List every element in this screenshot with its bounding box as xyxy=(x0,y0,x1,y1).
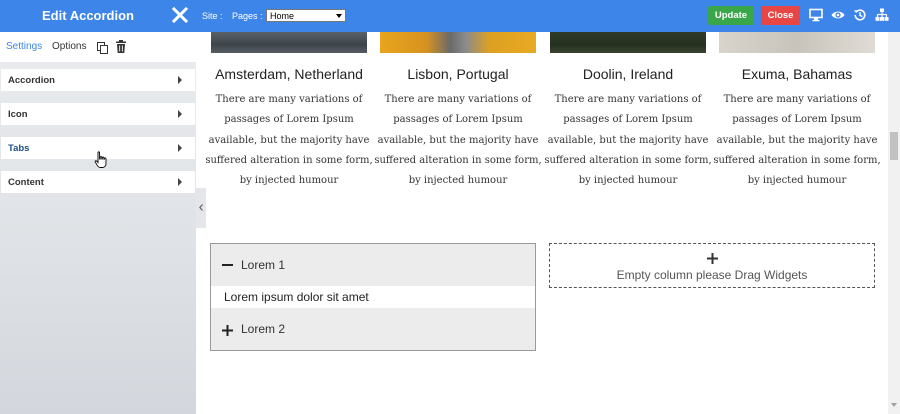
close-panel-icon[interactable] xyxy=(172,6,188,24)
accordion-title: Lorem 2 xyxy=(241,322,286,336)
site-label: Site : xyxy=(202,11,223,21)
caret-right-icon xyxy=(178,178,182,186)
desktop-icon[interactable] xyxy=(809,8,823,22)
card-title: Exuma, Bahamas xyxy=(741,66,853,82)
section-label: Content xyxy=(8,177,44,188)
pages-select[interactable]: Home xyxy=(266,9,346,22)
section-label: Icon xyxy=(8,109,28,120)
sitemap-icon[interactable] xyxy=(875,8,889,22)
card-description: There are many variations of passages of… xyxy=(544,94,712,187)
card-image xyxy=(380,32,536,53)
section-icon[interactable]: Icon xyxy=(1,103,195,125)
accordion-panel-1: Lorem ipsum dolor sit amet xyxy=(211,286,535,308)
section-accordion[interactable]: Accordion xyxy=(1,69,195,91)
collapse-panel-handle[interactable] xyxy=(196,188,206,228)
caret-right-icon xyxy=(178,76,182,84)
empty-column-text: Empty column please Drag Widgets xyxy=(616,268,808,282)
trash-icon[interactable] xyxy=(116,40,126,53)
chevron-left-icon xyxy=(199,204,203,211)
card-title: Amsterdam, Netherland xyxy=(215,66,363,82)
accordion-header-1[interactable]: Lorem 1 xyxy=(211,244,535,286)
vertical-scrollbar[interactable] xyxy=(888,32,900,414)
card-description: There are many variations of passages of… xyxy=(713,94,881,187)
history-icon[interactable] xyxy=(853,8,867,22)
top-toolbar: Site : Pages : Home Update Close xyxy=(196,0,900,32)
plus-icon xyxy=(222,323,233,336)
pages-label: Pages : xyxy=(232,11,263,21)
panel-header: Edit Accordion xyxy=(0,0,196,32)
minus-icon xyxy=(222,264,233,266)
card-title: Doolin, Ireland xyxy=(582,66,674,82)
tab-options[interactable]: Options xyxy=(52,41,86,52)
accordion-widget[interactable]: Lorem 1 Lorem ipsum dolor sit amet Lorem… xyxy=(210,243,536,351)
tab-settings[interactable]: Settings xyxy=(6,41,42,52)
update-button[interactable]: Update xyxy=(708,6,754,25)
chevron-down-icon xyxy=(336,14,342,18)
accordion-body-text: Lorem ipsum dolor sit amet xyxy=(224,290,369,304)
section-content[interactable]: Content xyxy=(1,171,195,193)
hand-cursor-icon xyxy=(94,151,108,169)
page-canvas: Amsterdam, Netherland There are many var… xyxy=(206,32,888,414)
section-label: Tabs xyxy=(8,143,30,154)
card-description: There are many variations of passages of… xyxy=(374,94,542,187)
pages-selected-value: Home xyxy=(270,11,295,21)
accordion-header-2[interactable]: Lorem 2 xyxy=(211,308,535,350)
panel-tabbar: Settings Options xyxy=(0,32,196,62)
close-button[interactable]: Close xyxy=(761,6,800,25)
card-title: Lisbon, Portugal xyxy=(407,66,509,82)
plus-icon[interactable] xyxy=(707,251,718,264)
card-image xyxy=(550,32,706,53)
card-image xyxy=(211,32,367,53)
accordion-title: Lorem 1 xyxy=(241,258,286,272)
section-label: Accordion xyxy=(8,75,55,86)
copy-icon[interactable] xyxy=(97,41,108,54)
scroll-down-icon[interactable] xyxy=(891,403,897,407)
empty-column-dropzone[interactable]: Empty column please Drag Widgets xyxy=(549,243,875,288)
card-image xyxy=(719,32,875,53)
caret-right-icon xyxy=(178,110,182,118)
card-description: There are many variations of passages of… xyxy=(206,94,373,187)
panel-title: Edit Accordion xyxy=(42,8,134,23)
scrollbar-thumb[interactable] xyxy=(890,132,898,160)
settings-panel: Settings Options Accordion Icon Tabs Con… xyxy=(0,32,196,414)
eye-icon[interactable] xyxy=(831,8,845,22)
caret-right-icon xyxy=(178,144,182,152)
